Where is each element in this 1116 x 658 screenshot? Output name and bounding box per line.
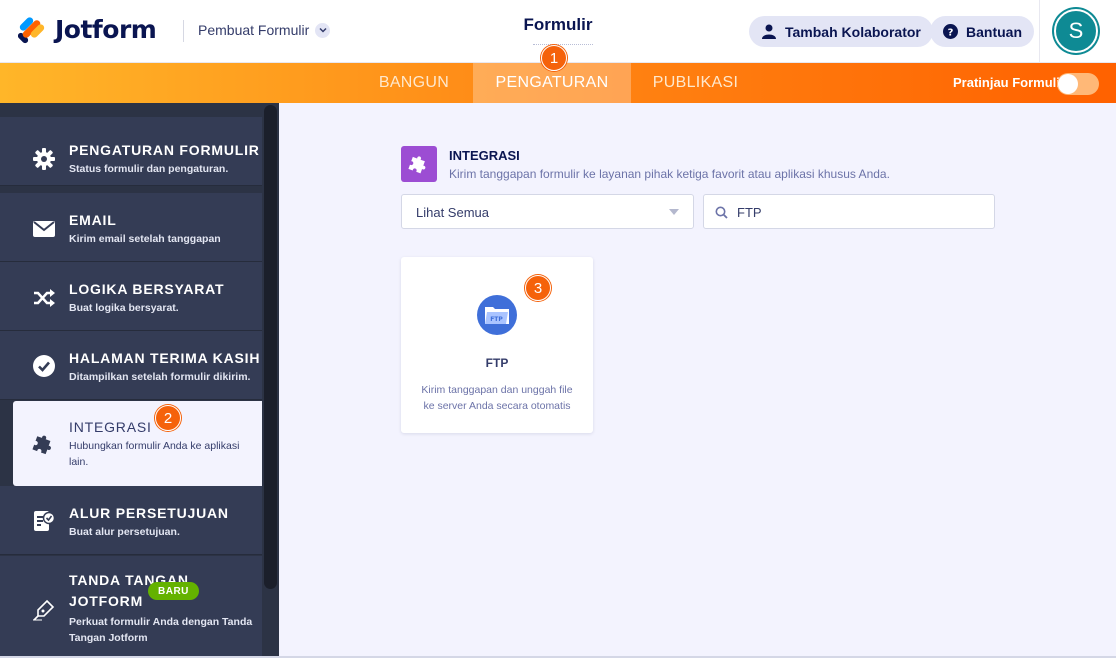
integration-card-ftp[interactable]: FTP FTP Kirim tanggapan dan unggah file … xyxy=(401,257,593,433)
sidebar-item-title: INTEGRASI xyxy=(69,419,152,435)
tab-publish[interactable]: PUBLIKASI xyxy=(631,63,760,103)
sidebar-item-thank-you-page[interactable]: HALAMAN TERIMA KASIH Ditampilkan setelah… xyxy=(0,331,262,400)
shuffle-icon xyxy=(32,286,56,310)
sidebar-item-title: HALAMAN TERIMA KASIH xyxy=(69,350,261,366)
question-icon: ? xyxy=(942,24,958,40)
step-marker-3: 3 xyxy=(525,275,551,301)
ftp-folder-icon: FTP xyxy=(477,295,517,335)
brand-name: Jotform xyxy=(55,14,157,44)
new-badge: BARU xyxy=(148,582,199,600)
sidebar-item-desc: Buat logika bersyarat. xyxy=(69,302,179,314)
caret-down-icon xyxy=(669,209,679,215)
envelope-icon xyxy=(32,217,56,241)
user-avatar[interactable]: S xyxy=(1054,9,1098,53)
integration-search xyxy=(703,194,995,229)
svg-text:FTP: FTP xyxy=(490,316,503,323)
pen-nib-icon xyxy=(32,598,56,622)
help-label: Bantuan xyxy=(966,23,1022,40)
sidebar-item-approval-flow[interactable]: ALUR PERSETUJUAN Buat alur persetujuan. xyxy=(0,486,262,555)
step-marker-2: 2 xyxy=(155,405,181,431)
jotform-logo[interactable]: Jotform xyxy=(17,14,157,44)
sidebar-item-integrations[interactable]: INTEGRASI Hubungkan formulir Anda ke apl… xyxy=(13,401,262,486)
sidebar-scrollbar[interactable] xyxy=(262,103,279,658)
chevron-down-icon xyxy=(315,22,331,38)
header-divider xyxy=(183,20,184,42)
sidebar-item-jotform-sign[interactable]: TANDA TANGAN JOTFORM Perkuat formulir An… xyxy=(0,556,262,658)
form-title-underline xyxy=(533,41,593,45)
integration-section-icon xyxy=(401,146,437,182)
sidebar-item-form-settings[interactable]: PENGATURAN FORMULIR Status formulir dan … xyxy=(0,117,262,186)
sidebar-item-desc: Ditampilkan setelah formulir dikirim. xyxy=(69,371,251,383)
help-button[interactable]: ? Bantuan xyxy=(930,16,1034,47)
sidebar-item-desc: Kirim email setelah tanggapan xyxy=(69,233,221,245)
sidebar-item-title: PENGATURAN FORMULIR xyxy=(69,142,260,158)
sidebar-item-email[interactable]: EMAIL Kirim email setelah tanggapan xyxy=(0,193,262,262)
user-icon xyxy=(761,24,777,40)
sidebar-item-desc: Status formulir dan pengaturan. xyxy=(69,163,229,175)
search-input[interactable] xyxy=(737,203,987,221)
search-icon xyxy=(715,206,728,219)
builder-menu-button[interactable]: Pembuat Formulir xyxy=(198,22,331,38)
scrollbar-thumb[interactable] xyxy=(264,105,277,589)
jotform-logo-icon xyxy=(17,14,46,44)
card-title: FTP xyxy=(485,356,509,370)
builder-menu-label: Pembuat Formulir xyxy=(198,22,310,38)
toggle-knob xyxy=(1058,74,1078,94)
check-circle-icon xyxy=(32,354,56,378)
card-description: Kirim tanggapan dan unggah file ke serve… xyxy=(421,384,573,412)
add-collaborator-label: Tambah Kolaborator xyxy=(785,23,921,40)
category-filter-value: Lihat Semua xyxy=(416,205,489,220)
preview-toggle[interactable] xyxy=(1057,73,1099,95)
step-marker-1: 1 xyxy=(541,45,567,71)
approval-doc-icon xyxy=(32,509,56,533)
gear-icon xyxy=(32,147,56,171)
puzzle-icon xyxy=(32,432,56,456)
sidebar-item-title-line2: JOTFORM xyxy=(69,593,144,609)
sidebar-item-title: LOGIKA BERSYARAT xyxy=(69,281,225,297)
form-title[interactable]: Formulir xyxy=(524,15,593,34)
sidebar-item-desc: Hubungkan formulir Anda ke aplikasi lain… xyxy=(69,440,240,468)
sidebar-item-desc: Buat alur persetujuan. xyxy=(69,526,180,538)
section-description: Kirim tanggapan formulir ke layanan piha… xyxy=(449,167,890,181)
sidebar-item-desc: Perkuat formulir Anda dengan Tanda Tanga… xyxy=(69,616,253,644)
sidebar-item-title: EMAIL xyxy=(69,212,117,228)
section-title: INTEGRASI xyxy=(449,148,520,163)
add-collaborator-button[interactable]: Tambah Kolaborator xyxy=(749,16,933,47)
category-filter-select[interactable]: Lihat Semua xyxy=(401,194,694,229)
sidebar-item-conditional-logic[interactable]: LOGIKA BERSYARAT Buat logika bersyarat. xyxy=(0,262,262,331)
settings-sidebar: PENGATURAN FORMULIR Status formulir dan … xyxy=(0,103,279,658)
tab-build[interactable]: BANGUN xyxy=(355,63,473,103)
header-separator xyxy=(1039,0,1040,63)
preview-label: Pratinjau Formulir xyxy=(953,75,1065,90)
svg-text:?: ? xyxy=(947,28,953,39)
sidebar-item-title: ALUR PERSETUJUAN xyxy=(69,505,229,521)
